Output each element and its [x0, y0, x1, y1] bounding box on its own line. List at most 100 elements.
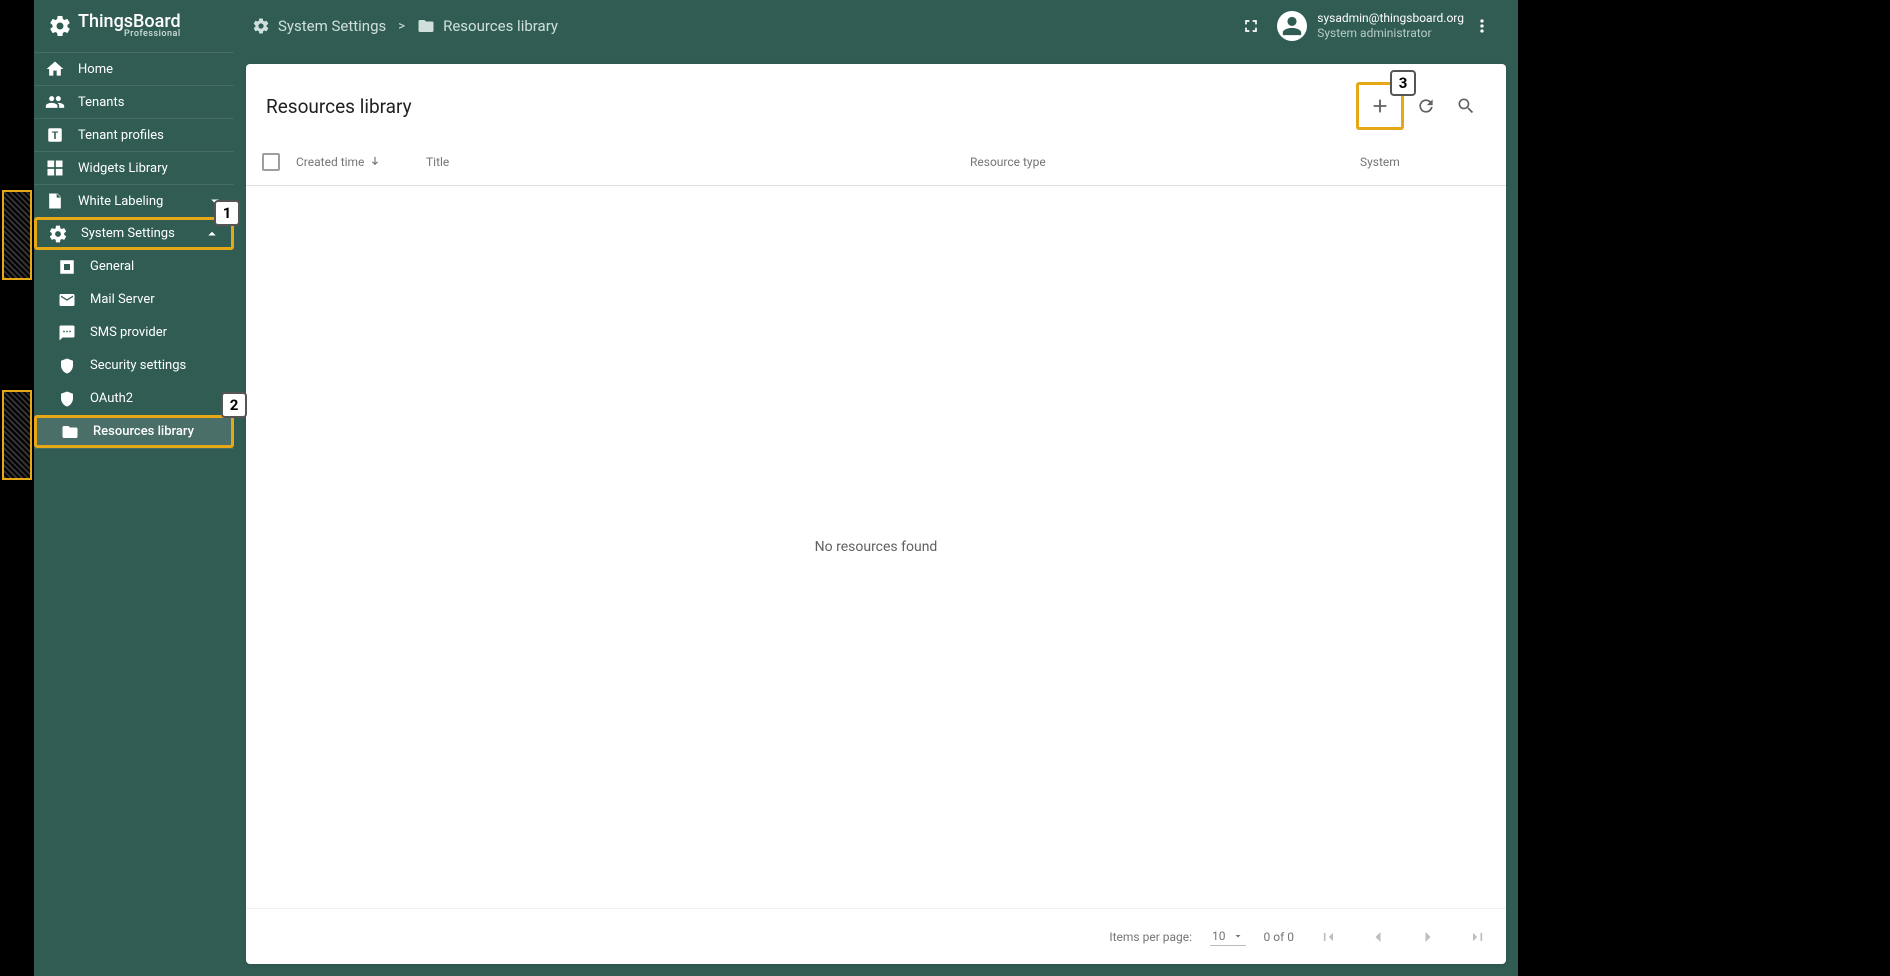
- build-icon: [56, 256, 78, 278]
- home-icon: [44, 58, 66, 80]
- breadcrumb-seg-resources-library[interactable]: Resources library: [417, 17, 558, 35]
- next-page-button[interactable]: [1412, 921, 1444, 953]
- logo[interactable]: ThingsBoard Professional: [34, 0, 234, 52]
- user-role: System administrator: [1317, 26, 1464, 41]
- sidebar-item-oauth2[interactable]: OAuth2: [34, 382, 234, 415]
- breadcrumb-label: Resources library: [443, 17, 558, 35]
- sidebar-item-security-settings[interactable]: Security settings: [34, 349, 234, 382]
- svg-text:T: T: [52, 129, 59, 142]
- search-button[interactable]: [1446, 86, 1486, 126]
- sidebar-item-white-labeling[interactable]: White Labeling: [34, 184, 234, 217]
- sidebar-item-label: Tenants: [78, 95, 124, 110]
- paginator: Items per page: 10 0 of 0: [246, 908, 1506, 964]
- breadcrumb-label: System Settings: [278, 17, 386, 35]
- paginator-label: Items per page:: [1109, 930, 1192, 944]
- sidebar-item-widgets-library[interactable]: Widgets Library: [34, 151, 234, 184]
- resources-table: Created time Title Resource type System …: [246, 138, 1506, 964]
- sidebar-item-tenant-profiles[interactable]: T Tenant profiles: [34, 118, 234, 151]
- card-tools: [1356, 82, 1486, 130]
- column-header-created[interactable]: Created time: [296, 155, 426, 169]
- avatar: [1277, 11, 1307, 41]
- sidebar-item-home[interactable]: Home: [34, 52, 234, 85]
- qr-decor: [2, 190, 32, 280]
- mail-icon: [56, 289, 78, 311]
- person-icon: [1281, 15, 1303, 37]
- column-label: System: [1360, 155, 1400, 169]
- first-page-icon: [1318, 927, 1338, 947]
- sidebar-item-label: Widgets Library: [78, 161, 168, 176]
- breadcrumb-sep: >: [398, 19, 405, 34]
- dropdown-icon: [1232, 930, 1244, 942]
- sidebar-item-label: Mail Server: [90, 292, 155, 307]
- divider: [34, 448, 234, 449]
- user-menu[interactable]: sysadmin@thingsboard.org System administ…: [1277, 11, 1464, 41]
- sidebar-item-system-settings[interactable]: System Settings: [34, 217, 234, 250]
- column-label: Resource type: [970, 155, 1046, 169]
- sidebar-item-label: Resources library: [93, 424, 194, 439]
- tprof-icon: T: [44, 124, 66, 146]
- chevron-right-icon: [1418, 927, 1438, 947]
- breadcrumb-seg-system-settings[interactable]: System Settings: [252, 17, 386, 35]
- card-header: Resources library: [246, 64, 1506, 138]
- column-label: Created time: [296, 155, 364, 169]
- empty-message: No resources found: [815, 539, 938, 555]
- right-decorative-margin: [1518, 0, 1890, 976]
- last-page-button[interactable]: [1462, 921, 1494, 953]
- more-menu-button[interactable]: [1464, 8, 1500, 44]
- table-empty: No resources found: [246, 186, 1506, 908]
- breadcrumb: System Settings > Resources library: [252, 17, 558, 35]
- first-page-button[interactable]: [1312, 921, 1344, 953]
- select-all-checkbox[interactable]: [262, 153, 280, 171]
- label-icon: [44, 190, 66, 212]
- topbar: System Settings > Resources library sysa…: [234, 0, 1518, 52]
- folder-icon: [59, 421, 81, 443]
- chevron-down-icon: [206, 192, 224, 210]
- app-root: ThingsBoard Professional Home Tenants T …: [34, 0, 1518, 976]
- folder-icon: [417, 17, 435, 35]
- sidebar-item-label: Home: [78, 62, 113, 77]
- add-button-highlight: [1356, 82, 1404, 130]
- sidebar-item-label: OAuth2: [90, 391, 133, 406]
- sidebar-item-label: System Settings: [81, 226, 175, 241]
- user-info: sysadmin@thingsboard.org System administ…: [1317, 11, 1464, 41]
- refresh-icon: [1416, 96, 1436, 116]
- plus-icon: [1369, 95, 1391, 117]
- logo-icon: [48, 14, 72, 38]
- main-column: System Settings > Resources library sysa…: [234, 0, 1518, 976]
- sidebar-item-general[interactable]: General: [34, 250, 234, 283]
- column-header-title[interactable]: Title: [426, 155, 970, 169]
- refresh-button[interactable]: [1406, 86, 1446, 126]
- sidebar-item-resources-library[interactable]: Resources library: [34, 415, 234, 448]
- column-header-type[interactable]: Resource type: [970, 155, 1360, 169]
- sidebar-item-sms-provider[interactable]: SMS provider: [34, 316, 234, 349]
- content-wrap: Resources library: [234, 52, 1518, 976]
- chevron-up-icon: [203, 225, 221, 243]
- widgets-icon: [44, 157, 66, 179]
- fullscreen-icon: [1241, 16, 1261, 36]
- fullscreen-button[interactable]: [1233, 8, 1269, 44]
- add-button[interactable]: [1360, 86, 1400, 126]
- sidebar-item-label: SMS provider: [90, 325, 167, 340]
- sidebar-item-label: Security settings: [90, 358, 186, 373]
- column-header-system[interactable]: System: [1360, 155, 1490, 169]
- column-label: Title: [426, 155, 449, 169]
- search-icon: [1456, 96, 1476, 116]
- shield-icon: [56, 355, 78, 377]
- sidebar-item-label: Tenant profiles: [78, 128, 164, 143]
- sidebar-item-label: White Labeling: [78, 194, 163, 209]
- table-header-row: Created time Title Resource type System: [246, 138, 1506, 186]
- page-size-select[interactable]: 10: [1210, 927, 1246, 946]
- sidebar-item-mail-server[interactable]: Mail Server: [34, 283, 234, 316]
- user-email: sysadmin@thingsboard.org: [1317, 11, 1464, 26]
- page-title: Resources library: [266, 95, 412, 118]
- qr-decor: [2, 390, 32, 480]
- shield-icon: [56, 388, 78, 410]
- chevron-left-icon: [1368, 927, 1388, 947]
- left-decorative-margin: [0, 0, 34, 976]
- sidebar-item-tenants[interactable]: Tenants: [34, 85, 234, 118]
- gear-icon: [252, 17, 270, 35]
- prev-page-button[interactable]: [1362, 921, 1394, 953]
- resources-card: Resources library: [246, 64, 1506, 964]
- last-page-icon: [1468, 927, 1488, 947]
- arrow-down-icon: [368, 155, 382, 169]
